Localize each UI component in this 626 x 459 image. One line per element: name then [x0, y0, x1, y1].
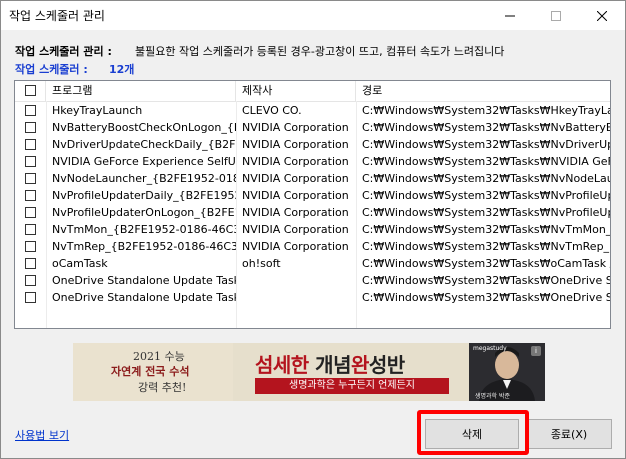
banner-line-1: 2021 수능	[133, 350, 185, 363]
program-cell: NVIDIA GeForce Experience SelfU...	[52, 155, 236, 168]
vendor-cell: NVIDIA Corporation	[242, 206, 349, 219]
vendor-cell: NVIDIA Corporation	[242, 155, 349, 168]
vendor-cell: NVIDIA Corporation	[242, 172, 349, 185]
program-cell: oCamTask	[52, 257, 108, 270]
help-link[interactable]: 사용법 보기	[15, 427, 69, 443]
task-list[interactable]: 프로그램 제작사 경로 HkeyTrayLaunch CLEVO CO. C:₩…	[14, 80, 611, 329]
row-checkbox[interactable]	[25, 190, 36, 201]
path-cell: C:₩Windows₩System32₩Tasks₩NVIDIA GeF...	[362, 155, 611, 168]
banner-headline-a: 섬세한	[255, 353, 316, 377]
path-cell: C:₩Windows₩System32₩Tasks₩NvTmMon_{...	[362, 223, 611, 236]
banner-line-2: 자연계 전국 수석	[111, 365, 190, 378]
maximize-icon	[551, 10, 561, 21]
program-cell: OneDrive Standalone Update Task...	[52, 274, 236, 287]
banner-headline-d: 성반	[368, 353, 405, 377]
column-header-program[interactable]: 프로그램	[46, 81, 236, 101]
banner-caption: 생명과학 박준	[475, 393, 511, 400]
path-cell: C:₩Windows₩System32₩Tasks₩oCamTask /...	[362, 257, 611, 270]
info-description: 불필요한 작업 스케줄러가 등록된 경우-광고창이 뜨고, 컴퓨터 속도가 느려…	[135, 45, 505, 58]
banner-brand: megastudy	[473, 345, 507, 352]
vendor-cell: NVIDIA Corporation	[242, 240, 349, 253]
banner-headline-b: 개념	[315, 353, 351, 377]
row-checkbox[interactable]	[25, 241, 36, 252]
table-row[interactable]: NVIDIA GeForce Experience SelfU... NVIDI…	[15, 153, 610, 170]
table-row[interactable]: NvDriverUpdateCheckDaily_{B2FE... NVIDIA…	[15, 136, 610, 153]
row-checkbox[interactable]	[25, 139, 36, 150]
row-checkbox[interactable]	[25, 258, 36, 269]
count-label: 작업 스케줄러 :	[15, 63, 88, 76]
ad-info-icon[interactable]: i	[531, 346, 541, 356]
exit-button[interactable]: 종료(X)	[526, 419, 612, 449]
minimize-icon	[505, 15, 515, 16]
path-cell: C:₩Windows₩System32₩Tasks₩NvDriverUp...	[362, 138, 611, 151]
table-row[interactable]: NvProfileUpdaterDaily_{B2FE1952... NVIDI…	[15, 187, 610, 204]
row-checkbox[interactable]	[25, 105, 36, 116]
path-cell: C:₩Windows₩System32₩Tasks₩NvProfileUp...	[362, 189, 611, 202]
program-cell: NvProfileUpdaterDaily_{B2FE1952...	[52, 189, 236, 202]
table-row[interactable]: NvTmRep_{B2FE1952-0186-46C3-... NVIDIA C…	[15, 238, 610, 255]
table-row[interactable]: NvNodeLauncher_{B2FE1952-018... NVIDIA C…	[15, 170, 610, 187]
table-row[interactable]: oCamTask oh!soft C:₩Windows₩System32₩Tas…	[15, 255, 610, 272]
row-checkbox[interactable]	[25, 207, 36, 218]
program-cell: NvDriverUpdateCheckDaily_{B2FE...	[52, 138, 236, 151]
vendor-cell	[236, 272, 356, 289]
banner-subline: 생명과학은 누구든지 언제든지	[255, 378, 449, 394]
row-checkbox[interactable]	[25, 156, 36, 167]
info-label: 작업 스케줄러 관리 :	[15, 45, 112, 58]
vendor-cell: oh!soft	[242, 257, 281, 270]
vendor-cell	[236, 289, 356, 306]
row-checkbox[interactable]	[25, 292, 36, 303]
path-cell: C:₩Windows₩System32₩Tasks₩NvBatteryB...	[362, 121, 611, 134]
path-cell: C:₩Windows₩System32₩Tasks₩NvProfileUp...	[362, 206, 611, 219]
program-cell: HkeyTrayLaunch	[52, 104, 143, 117]
column-header-path[interactable]: 경로	[356, 81, 610, 101]
program-cell: NvBatteryBoostCheckOnLogon_{B...	[52, 121, 236, 134]
banner-line-3: 강력 추천!	[138, 381, 187, 394]
count-value: 12개	[109, 63, 135, 76]
table-row[interactable]: HkeyTrayLaunch CLEVO CO. C:₩Windows₩Syst…	[15, 102, 610, 119]
table-row[interactable]: NvTmMon_{B2FE1952-0186-46C3-... NVIDIA C…	[15, 221, 610, 238]
window-title: 작업 스케줄러 관리	[9, 9, 105, 23]
list-header: 프로그램 제작사 경로	[15, 81, 610, 102]
table-row[interactable]: OneDrive Standalone Update Task... C:₩Wi…	[15, 289, 610, 306]
table-row[interactable]: NvBatteryBoostCheckOnLogon_{B... NVIDIA …	[15, 119, 610, 136]
vendor-cell: NVIDIA Corporation	[242, 223, 349, 236]
program-cell: OneDrive Standalone Update Task...	[52, 291, 236, 304]
ad-banner[interactable]: 2021 수능 자연계 전국 수석 강력 추천! 섬세한 개념완성반 생명과학은…	[73, 343, 545, 401]
program-cell: NvNodeLauncher_{B2FE1952-018...	[52, 172, 236, 185]
vendor-cell: NVIDIA Corporation	[242, 189, 349, 202]
vendor-cell: NVIDIA Corporation	[242, 121, 349, 134]
program-cell: NvTmRep_{B2FE1952-0186-46C3-...	[52, 240, 236, 253]
path-cell: C:₩Windows₩System32₩Tasks₩HkeyTrayLa...	[362, 104, 611, 117]
highlight-box	[417, 410, 529, 455]
select-all-checkbox[interactable]	[25, 85, 36, 96]
minimize-button[interactable]	[487, 1, 533, 30]
task-scheduler-window: 작업 스케줄러 관리 작업 스케줄러 관리 : 불필요한 작업 스케줄러가 등록…	[0, 0, 626, 459]
maximize-button[interactable]	[533, 1, 579, 30]
path-cell: C:₩Windows₩System32₩Tasks₩NvNodeLau...	[362, 172, 611, 185]
program-cell: NvTmMon_{B2FE1952-0186-46C3-...	[52, 223, 236, 236]
title-bar[interactable]: 작업 스케줄러 관리	[1, 1, 625, 30]
banner-headline-c: 완	[350, 353, 369, 377]
table-row[interactable]: OneDrive Standalone Update Task... C:₩Wi…	[15, 272, 610, 289]
row-checkbox[interactable]	[25, 122, 36, 133]
program-cell: NvProfileUpdaterOnLogon_{B2FE1...	[52, 206, 236, 219]
row-checkbox[interactable]	[25, 173, 36, 184]
path-cell: C:₩Windows₩System32₩Tasks₩NvTmRep_{...	[362, 240, 611, 253]
close-icon	[597, 10, 607, 21]
vendor-cell: CLEVO CO.	[242, 104, 302, 117]
path-cell: C:₩Windows₩System32₩Tasks₩OneDrive St...	[362, 291, 611, 304]
header-select-all-cell[interactable]	[15, 81, 46, 101]
column-header-vendor[interactable]: 제작사	[236, 81, 356, 101]
close-window-button[interactable]	[579, 1, 625, 30]
vendor-cell: NVIDIA Corporation	[242, 138, 349, 151]
banner-headline: 섬세한 개념완성반	[255, 349, 405, 378]
path-cell: C:₩Windows₩System32₩Tasks₩OneDrive St...	[362, 274, 611, 287]
table-row[interactable]: NvProfileUpdaterOnLogon_{B2FE1... NVIDIA…	[15, 204, 610, 221]
row-checkbox[interactable]	[25, 275, 36, 286]
row-checkbox[interactable]	[25, 224, 36, 235]
